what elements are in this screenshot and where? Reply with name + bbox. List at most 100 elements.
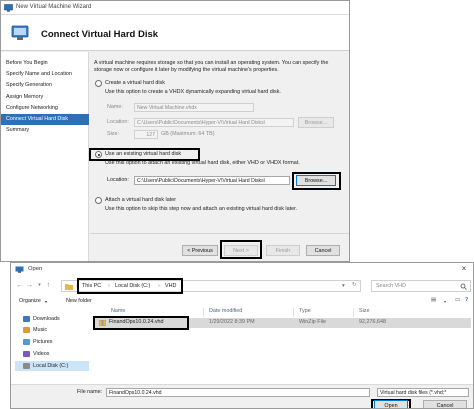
intro-text-line1: A virtual machine requires storage so th…	[94, 60, 329, 66]
download-icon	[23, 315, 30, 322]
search-placeholder: Search VHD	[376, 283, 406, 289]
nav-specify-name-location[interactable]: Specify Name and Location	[1, 69, 89, 80]
search-vhd-input[interactable]: Search VHD	[371, 280, 471, 292]
address-row: ← → ▾ ↑ › This PC › Local Disk (C:) › VH…	[11, 278, 473, 294]
up-arrow-icon[interactable]: ↑	[44, 281, 53, 290]
next-button[interactable]: Next >	[224, 245, 258, 256]
tree-item-label: Videos	[33, 351, 50, 357]
drive-icon	[23, 362, 30, 369]
nav-specify-generation[interactable]: Specify Generation	[1, 80, 89, 91]
forward-arrow-icon[interactable]: →	[25, 281, 34, 290]
existing-browse-button[interactable]: Browse...	[296, 175, 336, 186]
tree-item-music[interactable]: Music	[15, 325, 89, 335]
tree-item-pictures[interactable]: Pictures	[15, 337, 89, 347]
open-dialog-title: Open	[28, 266, 43, 272]
nav-assign-memory[interactable]: Assign Memory	[1, 92, 89, 103]
open-dialog-app-icon	[15, 266, 24, 273]
preview-pane-icon[interactable]: ▭	[455, 297, 460, 304]
attach-later-desc: Use this option to skip this step now an…	[105, 206, 298, 212]
pictures-icon	[23, 338, 30, 345]
back-arrow-icon[interactable]: ←	[15, 281, 24, 290]
attach-later-label[interactable]: Attach a virtual hard disk later	[105, 197, 176, 204]
organize-dropdown-icon[interactable]: ▾	[45, 298, 47, 305]
previous-button[interactable]: < Previous	[182, 245, 218, 256]
open-titlebar: Open ×	[11, 263, 473, 276]
file-size-cell: 92,276,648	[359, 319, 386, 325]
file-type-cell: WinZip File	[299, 319, 326, 325]
column-header-name[interactable]: Name	[111, 308, 125, 314]
create-size-label: Size:	[107, 131, 119, 137]
open-cancel-button[interactable]: Cancel	[423, 400, 467, 408]
create-size-field[interactable]: 127	[134, 130, 158, 139]
file-list: Name Date modified Type Size FinandOps10…	[93, 308, 473, 383]
wizard-content: A virtual machine requires storage so th…	[89, 52, 349, 232]
create-size-unit: GB (Maximum: 64 TB)	[161, 131, 215, 137]
file-highlight-box	[93, 316, 189, 330]
existing-vhd-radio[interactable]	[95, 151, 102, 158]
wizard-header: Connect Virtual Hard Disk	[1, 15, 349, 51]
create-name-field[interactable]: New Virtual Machine.vhdx	[134, 103, 254, 112]
videos-icon	[23, 350, 30, 357]
tree-item-local-disk[interactable]: Local Disk (C:)	[15, 361, 89, 371]
nav-connect-virtual-hard-disk[interactable]: Connect Virtual Hard Disk	[1, 114, 89, 125]
open-button[interactable]: Open	[374, 400, 408, 408]
help-icon[interactable]: ?	[465, 297, 468, 304]
new-vm-wizard-window: New Virtual Machine Wizard Connect Virtu…	[0, 0, 350, 262]
create-location-field[interactable]: C:\Users\Public\Documents\Hyper-V\Virtua…	[134, 118, 294, 127]
refresh-icon[interactable]: ↻	[352, 282, 357, 289]
wizard-title: New Virtual Machine Wizard	[16, 4, 92, 10]
command-bar: Organize ▾ New folder ▤ ▾ ▭ ?	[11, 296, 473, 307]
open-bottom-bar: File name: FinandOps10.0.24.vhd Virtual …	[11, 384, 473, 408]
create-vhd-label[interactable]: Create a virtual hard disk	[105, 80, 165, 87]
attach-later-radio[interactable]	[95, 197, 102, 204]
create-vhd-radio[interactable]	[95, 80, 102, 87]
column-separator	[353, 308, 354, 317]
nav-before-you-begin[interactable]: Before You Begin	[1, 58, 89, 69]
wizard-heading: Connect Virtual Hard Disk	[41, 29, 159, 40]
folder-icon	[65, 284, 73, 290]
search-icon	[460, 283, 467, 290]
create-location-label: Location:	[107, 119, 129, 125]
view-dropdown-icon[interactable]: ▾	[444, 298, 446, 305]
wizard-titlebar: New Virtual Machine Wizard	[1, 1, 349, 15]
virtual-disk-icon	[11, 25, 29, 40]
tree-item-label: Downloads	[33, 316, 60, 322]
nav-configure-networking[interactable]: Configure Networking	[1, 103, 89, 114]
column-header-type[interactable]: Type	[299, 308, 311, 314]
tree-item-downloads[interactable]: Downloads	[15, 314, 89, 324]
organize-button[interactable]: Organize	[19, 298, 41, 305]
finish-button[interactable]: Finish	[266, 245, 300, 256]
wizard-cancel-button[interactable]: Cancel	[306, 245, 340, 256]
open-file-dialog: Open × ← → ▾ ↑ › This PC › Local Disk (C…	[10, 262, 474, 409]
create-vhd-desc: Use this option to create a VHDX dynamic…	[105, 89, 281, 95]
tree-item-label: Music	[33, 327, 48, 333]
tree-item-label: Local Disk (C:)	[33, 363, 69, 369]
breadcrumb-highlight-box	[77, 278, 183, 294]
intro-text-line2: storage now or configure it later by mod…	[94, 67, 279, 73]
wizard-step-nav: Before You Begin Specify Name and Locati…	[1, 52, 89, 261]
file-type-select[interactable]: Virtual hard disk files (*.vhd;*	[377, 388, 469, 397]
existing-location-field[interactable]: C:\Users\Public\Documents\Hyper-V\Virtua…	[134, 176, 290, 185]
create-browse-button[interactable]: Browse...	[298, 117, 334, 128]
address-dropdown-icon[interactable]: ▾	[342, 283, 345, 290]
wizard-footer: < Previous Next > Finish Cancel	[90, 233, 349, 261]
existing-location-label: Location:	[107, 177, 129, 183]
recent-dropdown-icon[interactable]: ▾	[35, 281, 44, 290]
existing-vhd-label[interactable]: Use an existing virtual hard disk	[105, 151, 181, 158]
create-name-label: Name:	[107, 104, 123, 110]
new-folder-button[interactable]: New folder	[66, 298, 92, 305]
column-header-date[interactable]: Date modified	[209, 308, 242, 314]
view-options-icon[interactable]: ▤	[431, 297, 436, 304]
music-icon	[23, 326, 30, 333]
existing-vhd-desc: Use this option to attach an existing vi…	[105, 160, 300, 166]
column-separator	[293, 308, 294, 317]
file-name-input[interactable]: FinandOps10.0.24.vhd	[106, 388, 370, 397]
column-separator	[203, 308, 204, 317]
close-icon[interactable]: ×	[458, 264, 470, 275]
nav-summary[interactable]: Summary	[1, 125, 89, 136]
hyperv-app-icon	[4, 4, 13, 12]
navigation-pane: Downloads Music Pictures Videos Local Di…	[11, 308, 91, 383]
tree-item-videos[interactable]: Videos	[15, 349, 89, 359]
column-header-size[interactable]: Size	[359, 308, 370, 314]
file-date-cell: 1/29/2022 8:39 PM	[209, 319, 255, 325]
